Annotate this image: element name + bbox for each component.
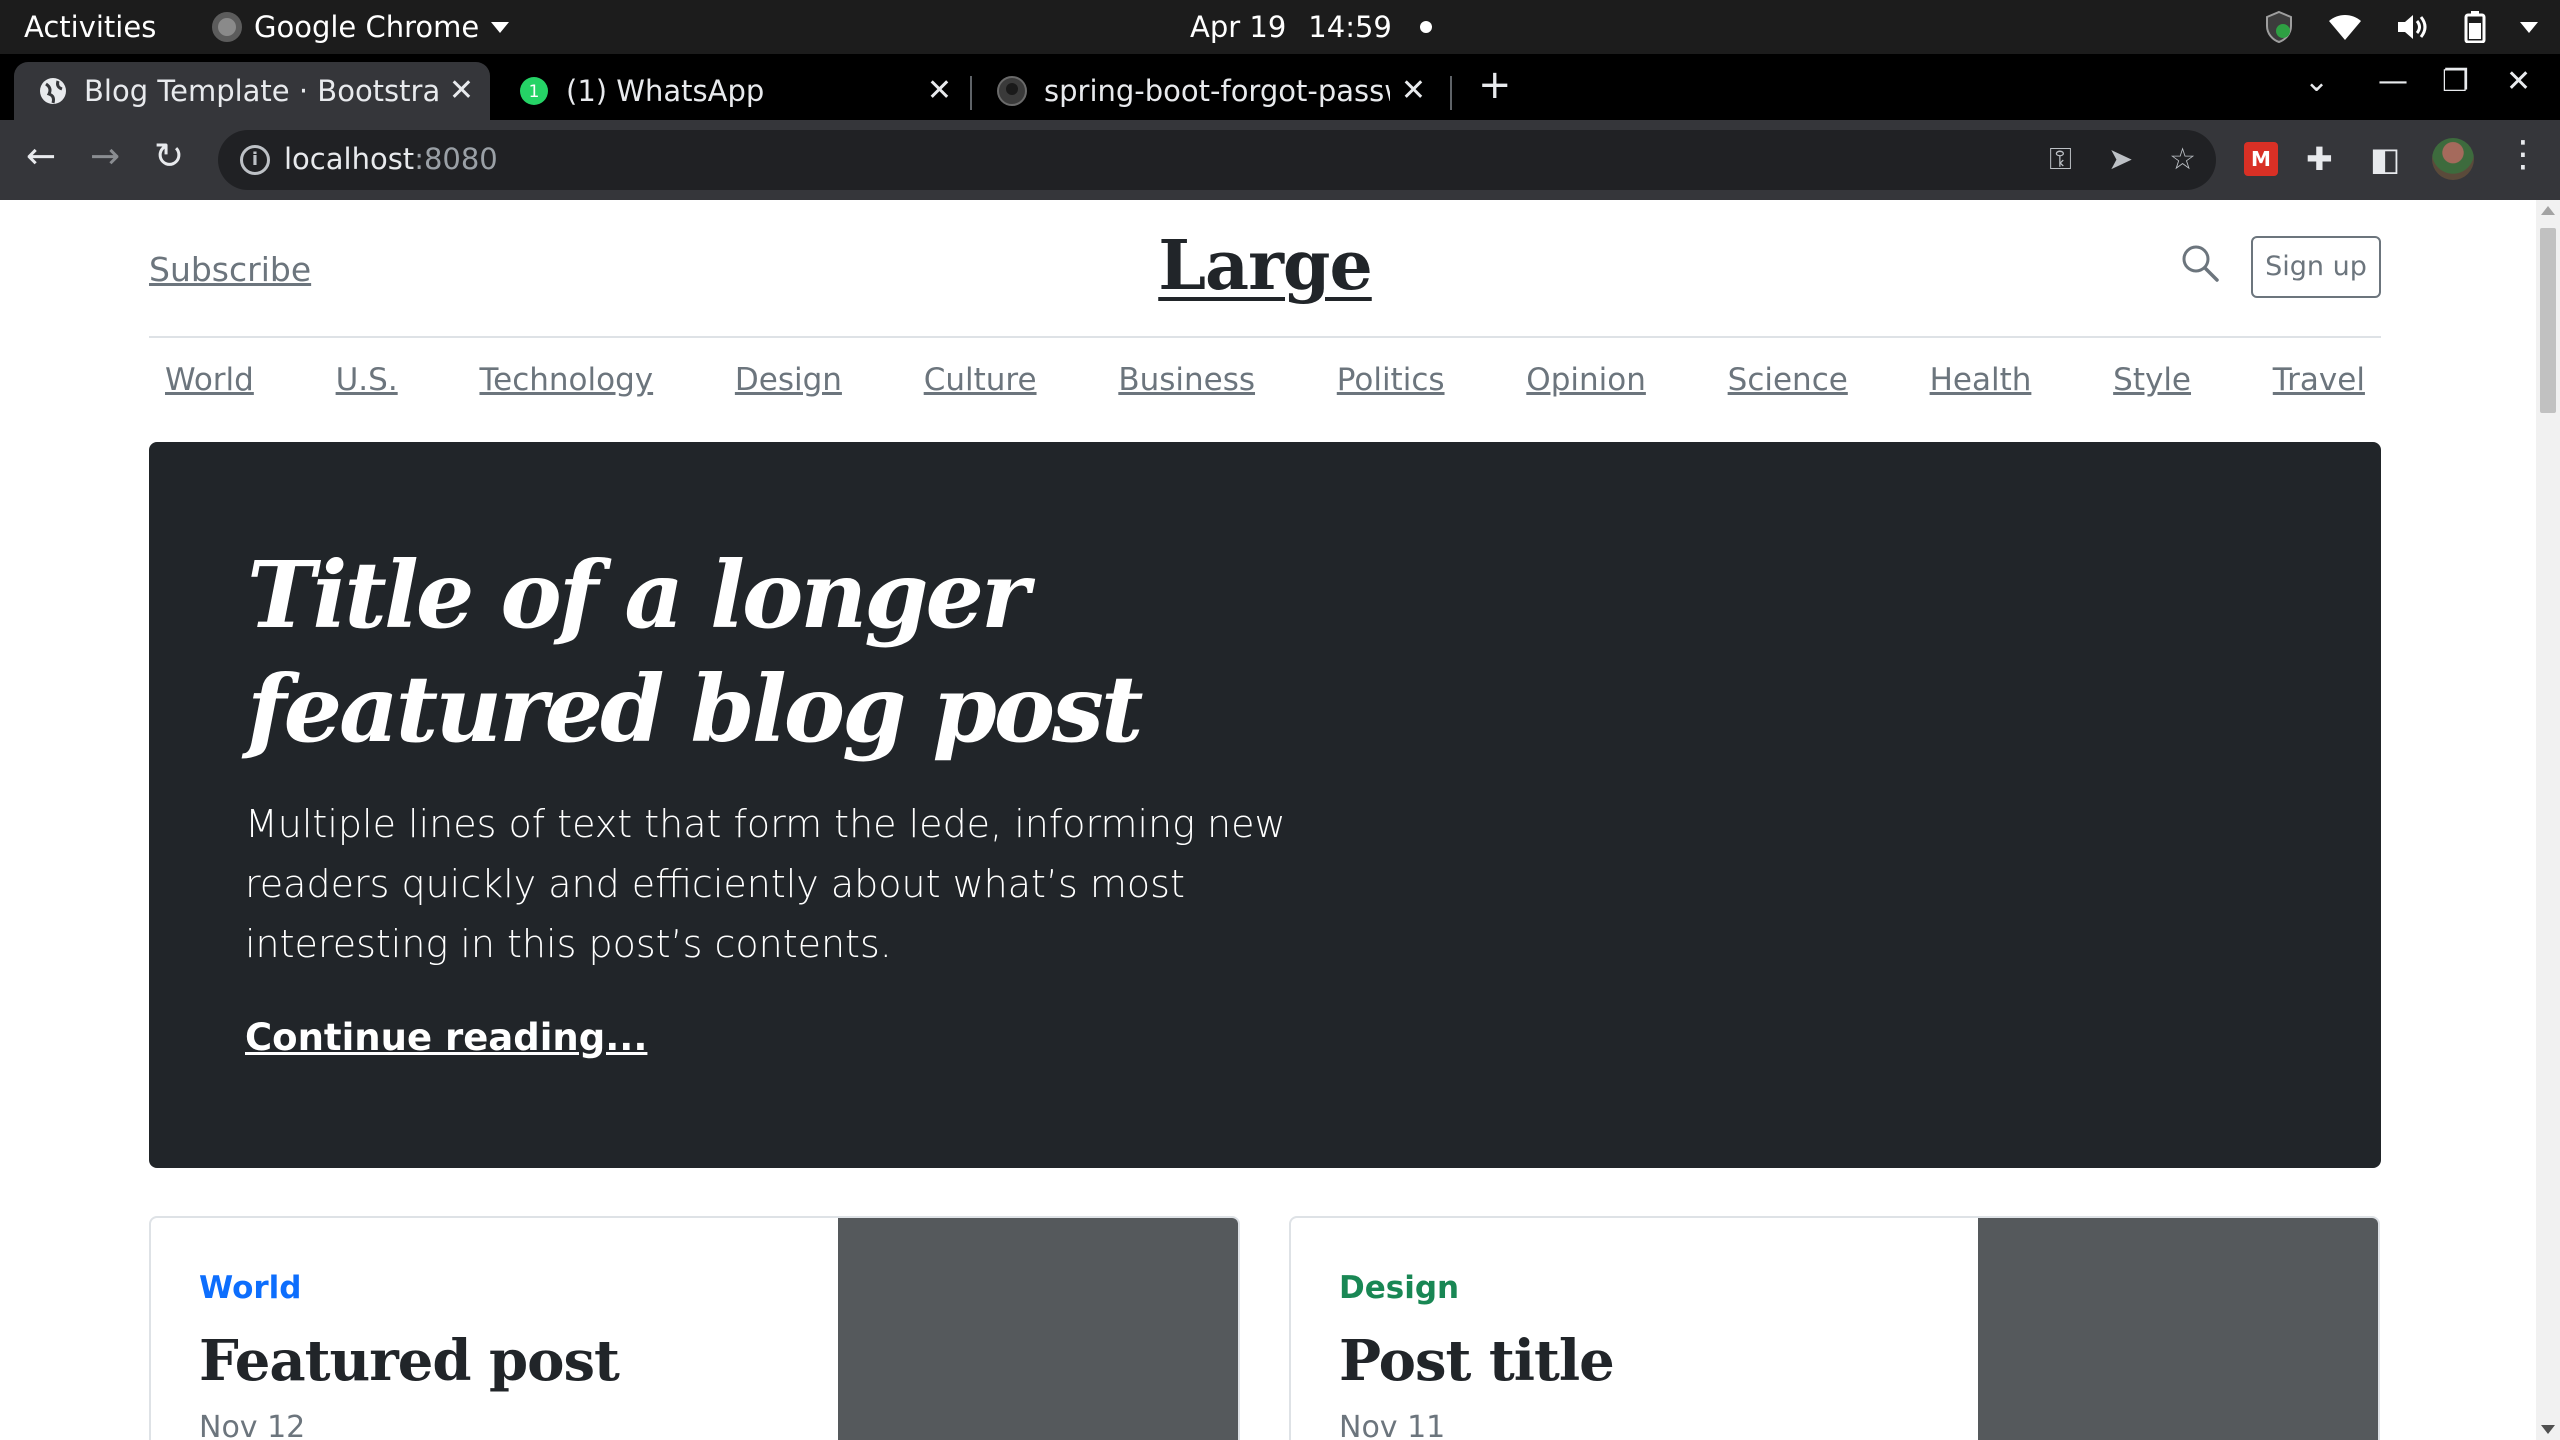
- bookmark-star-icon[interactable]: ☆: [2169, 142, 2196, 177]
- send-icon[interactable]: ➤: [2108, 142, 2133, 177]
- tab-github[interactable]: spring-boot-forgot-passw ✕: [972, 62, 1442, 120]
- key-icon[interactable]: ⚿: [2049, 142, 2072, 177]
- close-tab-icon[interactable]: ✕: [927, 73, 952, 108]
- card-date: Nov 12: [199, 1410, 306, 1440]
- nav-link-health[interactable]: Health: [1930, 342, 2032, 398]
- category-nav: World U.S. Technology Design Culture Bus…: [149, 342, 2381, 442]
- card-thumbnail: [1978, 1218, 2378, 1440]
- site-info-icon[interactable]: i: [240, 145, 270, 175]
- card-category: Design: [1339, 1270, 1460, 1306]
- reload-icon[interactable]: ↻: [154, 136, 184, 177]
- continue-reading-link[interactable]: Continue reading...: [245, 1016, 647, 1059]
- browser-toolbar: ← → ↻ i localhost:8080 ⚿ ➤ ☆ M ✚ ◧ ⋮: [0, 120, 2560, 200]
- caret-down-icon: [491, 21, 510, 33]
- tab-strip: Blog Template · Bootstrap ✕ 1 (1) WhatsA…: [0, 54, 2560, 120]
- restore-icon[interactable]: ❐: [2442, 64, 2469, 99]
- nav-link-travel[interactable]: Travel: [2273, 342, 2365, 398]
- nav-link-culture[interactable]: Culture: [924, 342, 1037, 398]
- scrollbar-thumb[interactable]: [2540, 228, 2556, 413]
- sign-up-button[interactable]: Sign up: [2251, 236, 2381, 298]
- search-icon[interactable]: [2181, 244, 2219, 282]
- notification-dot-icon: [1419, 21, 1432, 33]
- card-title: Post title: [1339, 1328, 1615, 1394]
- nav-link-business[interactable]: Business: [1118, 342, 1255, 398]
- extension-red-icon[interactable]: M: [2244, 142, 2278, 176]
- shield-icon: [2266, 10, 2292, 44]
- url-host: localhost: [284, 142, 415, 176]
- nav-link-politics[interactable]: Politics: [1337, 342, 1445, 398]
- system-tray[interactable]: [2264, 10, 2538, 44]
- close-tab-icon[interactable]: ✕: [1401, 73, 1426, 108]
- wifi-icon: [2329, 15, 2361, 40]
- card-category: World: [199, 1270, 302, 1306]
- chrome-menu-icon[interactable]: ⋮: [2505, 134, 2541, 175]
- post-card: Design Post title Nov 11: [1289, 1216, 2380, 1440]
- tab-search-icon[interactable]: ⌄: [2304, 64, 2329, 99]
- activities-button[interactable]: Activities: [24, 10, 156, 44]
- clock-date: Apr 19: [1190, 10, 1287, 44]
- tab-title: spring-boot-forgot-passw: [1044, 74, 1390, 108]
- tab-separator: [1450, 76, 1452, 110]
- whatsapp-badge: 1: [529, 82, 540, 102]
- blog-logo[interactable]: Large: [149, 226, 2381, 306]
- whatsapp-icon: 1: [520, 77, 548, 105]
- extensions-puzzle-icon[interactable]: ✚: [2306, 140, 2333, 178]
- new-tab-button[interactable]: +: [1478, 62, 1512, 108]
- card-title: Featured post: [199, 1328, 620, 1394]
- system-menu-caret-icon: [2520, 21, 2538, 33]
- nav-link-opinion[interactable]: Opinion: [1526, 342, 1646, 398]
- nav-link-style[interactable]: Style: [2113, 342, 2191, 398]
- volume-icon: [2398, 15, 2427, 39]
- nav-link-technology[interactable]: Technology: [479, 342, 653, 398]
- forward-icon[interactable]: →: [90, 136, 120, 177]
- globe-icon: [40, 78, 66, 104]
- app-menu-label: Google Chrome: [254, 10, 480, 44]
- system-top-bar: Activities Google Chrome Apr 19 14:59: [0, 0, 2560, 54]
- back-icon[interactable]: ←: [26, 136, 56, 177]
- address-bar[interactable]: i localhost:8080 ⚿ ➤ ☆: [218, 130, 2216, 190]
- scroll-down-arrow-icon[interactable]: [2541, 1425, 2555, 1434]
- hero-lede: Multiple lines of text that form the led…: [245, 802, 1286, 966]
- nav-link-design[interactable]: Design: [735, 342, 842, 398]
- url-text[interactable]: localhost:8080: [284, 142, 498, 176]
- clock-time: 14:59: [1308, 10, 1392, 44]
- nav-link-science[interactable]: Science: [1728, 342, 1848, 398]
- blog-header: Subscribe Large Sign up: [149, 200, 2381, 338]
- close-window-icon[interactable]: ✕: [2506, 64, 2531, 99]
- nav-link-us[interactable]: U.S.: [336, 342, 398, 398]
- tab-blog-template[interactable]: Blog Template · Bootstrap ✕: [14, 62, 490, 120]
- page-scrollbar[interactable]: [2536, 200, 2560, 1440]
- tab-title: (1) WhatsApp: [566, 74, 765, 108]
- battery-icon: [2464, 11, 2486, 43]
- post-card: World Featured post Nov 12: [149, 1216, 1240, 1440]
- minimize-icon[interactable]: —: [2378, 64, 2408, 99]
- hero-title: Title of a longer featured blog post: [247, 541, 1143, 763]
- tab-title: Blog Template · Bootstrap: [84, 74, 440, 108]
- side-panel-icon[interactable]: ◧: [2370, 140, 2400, 178]
- card-date: Nov 11: [1339, 1410, 1446, 1440]
- close-tab-icon[interactable]: ✕: [449, 73, 474, 108]
- clock[interactable]: Apr 19 14:59: [1190, 10, 1432, 44]
- scroll-up-arrow-icon[interactable]: [2541, 206, 2555, 215]
- nav-link-world[interactable]: World: [165, 342, 254, 398]
- url-port: :8080: [414, 142, 498, 176]
- profile-avatar[interactable]: [2432, 138, 2474, 180]
- tab-whatsapp[interactable]: 1 (1) WhatsApp ✕: [494, 62, 968, 120]
- app-menu[interactable]: Google Chrome: [212, 10, 510, 44]
- card-thumbnail: [838, 1218, 1238, 1440]
- page-viewport: Subscribe Large Sign up World U.S. Techn…: [0, 200, 2536, 1440]
- featured-hero: Title of a longer featured blog post Mul…: [149, 442, 2381, 1168]
- github-icon: [997, 76, 1027, 106]
- chrome-icon: [212, 12, 242, 42]
